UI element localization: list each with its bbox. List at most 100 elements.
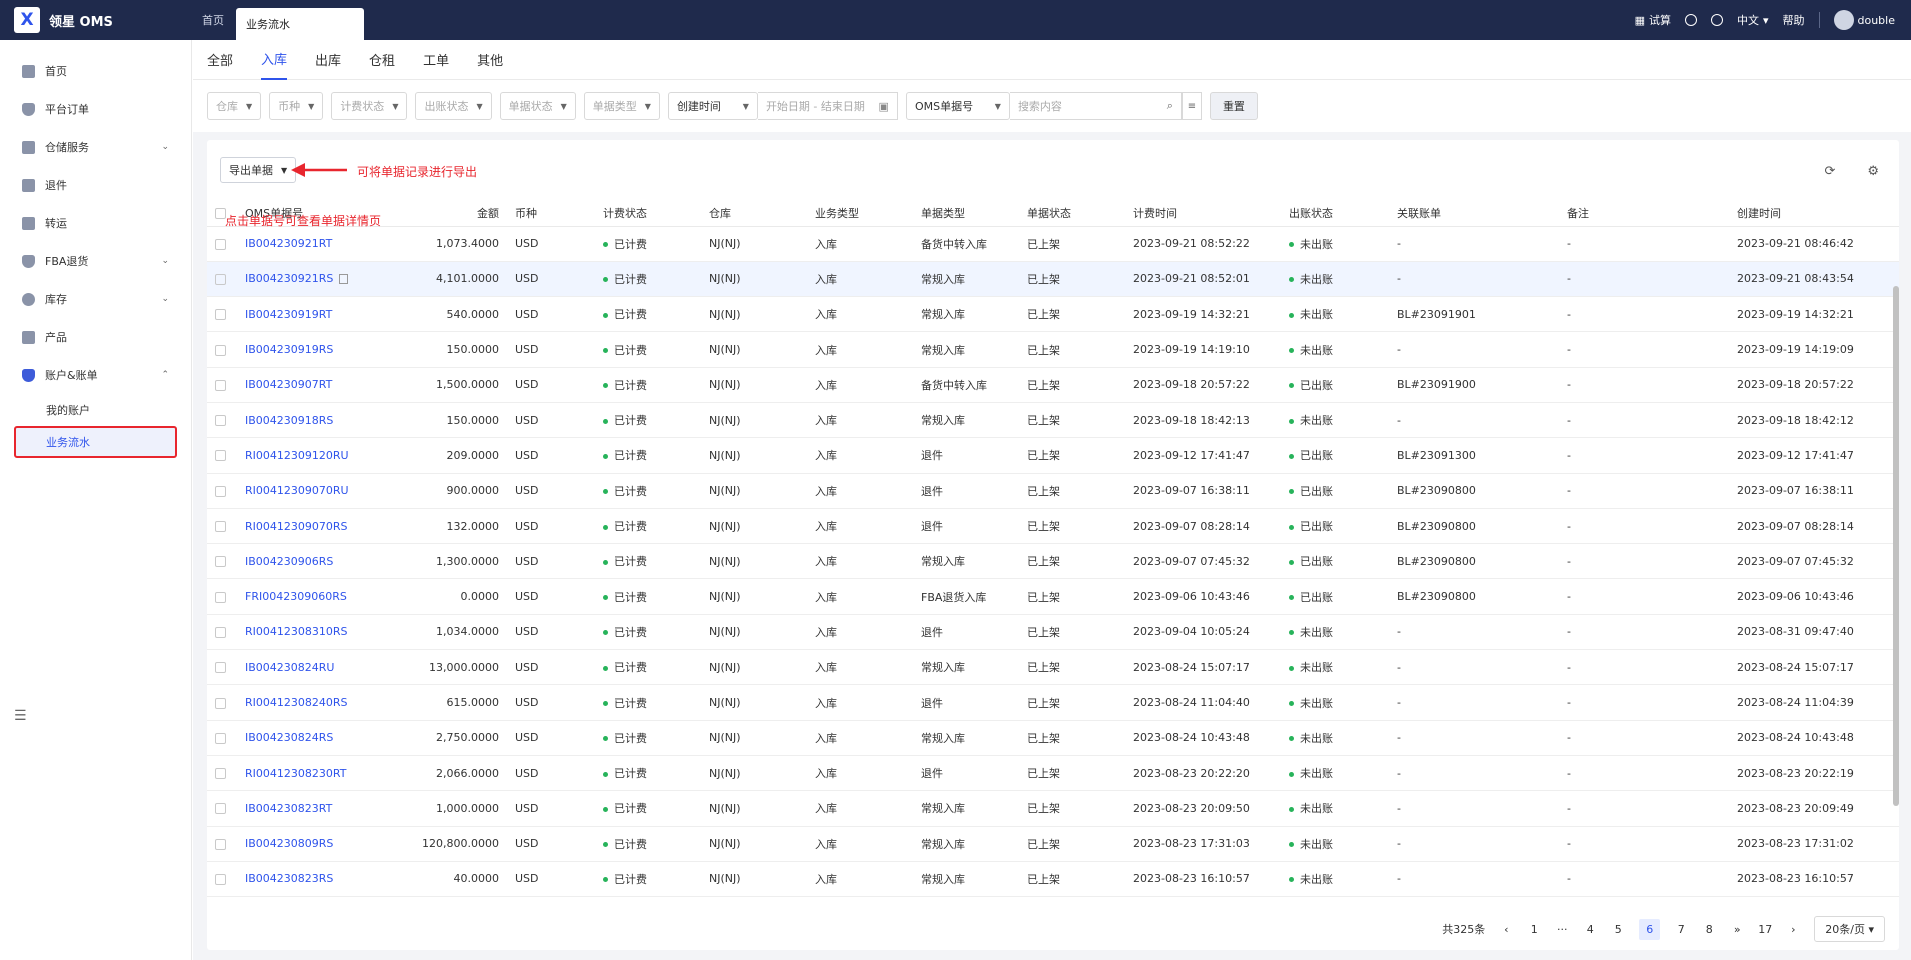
export-button[interactable]: 导出单据 ▼ — [220, 157, 297, 183]
order-field-select[interactable]: OMS单据号 ▼ — [905, 92, 1010, 120]
doc-status-select[interactable]: 单据状态 ▼ — [499, 92, 576, 120]
reset-button[interactable]: 重置 — [1209, 92, 1258, 120]
sidebar-item-warehouse-service[interactable]: 仓储服务 ⌄ — [0, 128, 191, 166]
page-tab-business-flow[interactable]: 业务流水 — [236, 8, 364, 40]
row-checkbox[interactable] — [207, 367, 237, 403]
account-status-select[interactable]: 出账状态 ▼ — [415, 92, 492, 120]
doc-no-link-text[interactable]: IB004230919RS — [245, 343, 333, 356]
row-checkbox[interactable] — [207, 473, 237, 509]
batch-list-icon[interactable]: ≡ — [1181, 92, 1202, 120]
row-checkbox[interactable] — [207, 296, 237, 333]
doc-no-link[interactable]: IB004230824RU — [237, 649, 397, 686]
row-checkbox[interactable] — [207, 861, 237, 898]
doc-no-link-text[interactable]: IB004230824RS — [245, 731, 333, 744]
col-header-billing-status[interactable]: 计费状态 — [595, 200, 701, 227]
doc-no-link[interactable]: FRI0042309060RS — [237, 578, 397, 615]
table-row[interactable]: RI00412309120RU 209.0000 USD 已计费 NJ(NJ) 入库 退件 已… — [207, 437, 1899, 474]
table-row[interactable]: IB004230919RS 150.0000 USD 已计费 NJ(NJ) 入库 常规入库 已… — [207, 331, 1899, 368]
tab-storage-rent[interactable]: 仓租 — [369, 40, 395, 80]
table-row[interactable]: IB004230907RT 1,500.0000 USD 已计费 NJ(NJ) 入库 备货中… — [207, 367, 1899, 403]
table-row[interactable]: IB004230921RS 4,101.0000 USD 已计费 NJ(NJ) 入库 常规入… — [207, 261, 1899, 298]
page-17[interactable]: 17 — [1758, 923, 1772, 936]
next-page-button[interactable]: › — [1786, 923, 1800, 936]
row-checkbox[interactable] — [207, 826, 237, 862]
sidebar-item-returns[interactable]: 退件 — [0, 166, 191, 204]
col-header-amount[interactable]: 金额 — [397, 200, 507, 227]
refresh-icon[interactable]: ⟳ — [1824, 164, 1835, 179]
doc-no-link[interactable]: IB004230824RS — [237, 720, 397, 756]
doc-no-link-text[interactable]: IB004230824RU — [245, 661, 334, 674]
doc-no-link[interactable]: RI00412309070RS — [237, 508, 397, 545]
doc-no-link-text[interactable]: IB004230907RT — [245, 378, 332, 391]
row-checkbox[interactable] — [207, 226, 237, 262]
row-checkbox[interactable] — [207, 578, 237, 615]
table-row[interactable]: IB004230823RT 1,000.0000 USD 已计费 NJ(NJ) 入库 常规入… — [207, 790, 1899, 827]
language-select[interactable]: 中文 ▾ — [1737, 12, 1769, 28]
doc-no-link[interactable]: IB004230823RT — [237, 790, 397, 827]
tab-work-order[interactable]: 工单 — [423, 40, 449, 80]
vertical-scrollbar[interactable] — [1893, 286, 1899, 806]
sidebar-item-products[interactable]: 产品 — [0, 318, 191, 356]
trial-calc-button[interactable]: ▦ 试算 — [1635, 12, 1671, 28]
doc-no-link-text[interactable]: RI00412308230RT — [245, 767, 346, 780]
download-icon[interactable] — [1684, 14, 1697, 26]
sidebar-item-fba-returns[interactable]: FBA退货 ⌄ — [0, 242, 191, 280]
page-1[interactable]: 1 — [1527, 923, 1541, 936]
doc-no-link[interactable]: IB004230919RS — [237, 331, 397, 368]
table-row[interactable]: RI00412308310RS 1,034.0000 USD 已计费 NJ(NJ) 入库 退… — [207, 614, 1899, 651]
page-tab-home[interactable]: 首页 — [190, 0, 236, 40]
copy-icon[interactable] — [339, 274, 349, 285]
doc-no-link-text[interactable]: RI00412309070RS — [245, 520, 348, 533]
doc-no-link[interactable]: RI00412308230RT — [237, 755, 397, 792]
row-checkbox[interactable] — [207, 261, 237, 298]
doc-type-select[interactable]: 单据类型 ▼ — [583, 92, 660, 120]
prev-page-button[interactable]: ‹ — [1499, 923, 1513, 936]
doc-no-link[interactable]: RI00412308310RS — [237, 614, 397, 651]
doc-no-link[interactable]: IB004230822RS — [237, 896, 397, 900]
col-header-created-time[interactable]: 创建时间 — [1729, 200, 1899, 227]
doc-no-link[interactable]: IB004230907RT — [237, 367, 397, 403]
col-header-linked-bill[interactable]: 关联账单 — [1389, 200, 1559, 227]
billing-status-select[interactable]: 计费状态 ▼ — [331, 92, 408, 120]
doc-no-link-text[interactable]: FRI0042309060RS — [245, 590, 347, 603]
col-header-doc-type[interactable]: 单据类型 — [913, 200, 1019, 227]
column-settings-icon[interactable]: ⚙ — [1867, 164, 1879, 179]
row-checkbox[interactable] — [207, 614, 237, 651]
doc-no-link[interactable]: IB004230919RT — [237, 296, 397, 333]
search-icon[interactable]: ⌕ — [1167, 99, 1173, 113]
doc-no-link[interactable]: IB004230823RS — [237, 861, 397, 898]
help-link[interactable]: 帮助 — [1783, 12, 1805, 28]
doc-no-link[interactable]: RI00412309070RU — [237, 473, 397, 509]
tab-other[interactable]: 其他 — [477, 40, 503, 80]
table-row[interactable]: IB004230809RS 120,800.0000 USD 已计费 NJ(NJ) 入库 常… — [207, 826, 1899, 862]
col-header-remark[interactable]: 备注 — [1559, 200, 1729, 227]
sidebar-item-inventory[interactable]: 库存 ⌄ — [0, 280, 191, 318]
table-row[interactable]: IB004230921RT 1,073.4000 USD 已计费 NJ(NJ) 入库 备货中… — [207, 226, 1899, 262]
doc-no-link-text[interactable]: IB004230809RS — [245, 837, 333, 850]
page-ellipsis[interactable]: ··· — [1555, 923, 1569, 936]
doc-no-link-text[interactable]: RI00412309120RU — [245, 449, 349, 462]
row-checkbox[interactable] — [207, 896, 237, 900]
sidebar-item-home[interactable]: 首页 — [0, 52, 191, 90]
table-row[interactable]: IB004230824RS 2,750.0000 USD 已计费 NJ(NJ) 入库 常规入… — [207, 720, 1899, 756]
doc-no-link-text[interactable]: IB004230823RT — [245, 802, 332, 815]
page-5[interactable]: 5 — [1611, 923, 1625, 936]
doc-no-link[interactable]: IB004230918RS — [237, 402, 397, 439]
doc-no-link-text[interactable]: RI00412308310RS — [245, 625, 348, 638]
page-8[interactable]: 8 — [1702, 923, 1716, 936]
table-row[interactable]: RI00412308240RS 615.0000 USD 已计费 NJ(NJ) 入库 退件 已… — [207, 684, 1899, 721]
col-header-account-status[interactable]: 出账状态 — [1281, 200, 1389, 227]
doc-no-link-text[interactable]: RI00412309070RU — [245, 484, 349, 497]
doc-no-link-text[interactable]: IB004230921RS — [245, 272, 333, 285]
tab-outbound[interactable]: 出库 — [315, 40, 341, 80]
doc-no-link-text[interactable]: RI00412308240RS — [245, 696, 348, 709]
tab-inbound[interactable]: 入库 — [261, 40, 288, 80]
table-row[interactable]: IB004230824RU 13,000.0000 USD 已计费 NJ(NJ) 入库 常规… — [207, 649, 1899, 686]
table-row[interactable]: IB004230919RT 540.0000 USD 已计费 NJ(NJ) 入库 常规入库 已… — [207, 296, 1899, 333]
page-7[interactable]: 7 — [1674, 923, 1688, 936]
user-menu[interactable]: double — [1833, 10, 1895, 30]
table-row[interactable]: IB004230906RS 1,300.0000 USD 已计费 NJ(NJ) 入库 常规入… — [207, 543, 1899, 580]
row-checkbox[interactable] — [207, 684, 237, 721]
doc-no-link[interactable]: IB004230809RS — [237, 826, 397, 862]
table-row[interactable]: FRI0042309060RS 0.0000 USD 已计费 NJ(NJ) 入库 FBA退货… — [207, 578, 1899, 615]
